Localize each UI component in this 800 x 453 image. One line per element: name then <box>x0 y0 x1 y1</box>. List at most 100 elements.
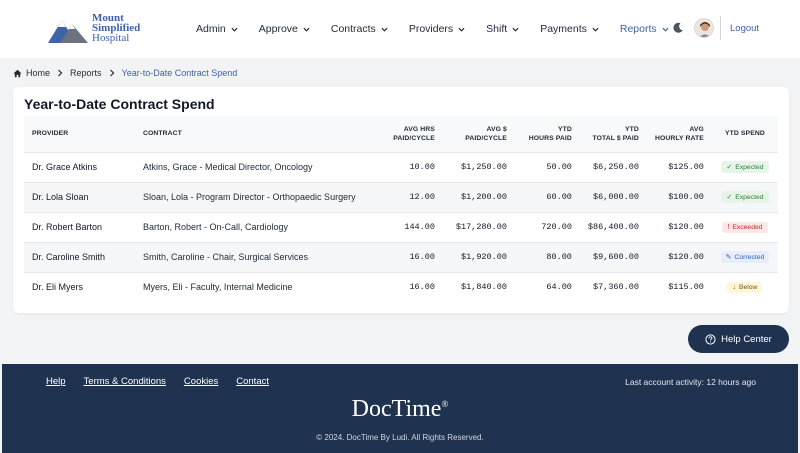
nav-shift-label: Shift <box>486 23 508 35</box>
cell-avg-hrs: 144.00 <box>404 222 435 232</box>
status-badge: ✓ Expected <box>721 161 769 173</box>
cell-ytd-total: $7,360.00 <box>593 282 639 293</box>
col-header-avg-hrs-line1: AVG HRS <box>403 125 435 133</box>
table-row[interactable]: Dr. Caroline Smith Smith, Caroline - Cha… <box>24 242 778 272</box>
copyright-text: © 2024. DocTime By Ludi. All Rights Rese… <box>316 433 484 442</box>
chevron-down-icon <box>512 27 519 32</box>
col-header-avg-rate-line2: HOURLY RATE <box>654 134 704 142</box>
cell-avg-hrs: 16.00 <box>409 282 435 293</box>
col-header-avg-rate-line1: AVG <box>689 125 704 133</box>
cell-avg-hrs: 10.00 <box>409 162 435 172</box>
footer-link-terms[interactable]: Terms & Conditions <box>84 376 166 387</box>
status-badge-label: Corrected <box>734 253 765 261</box>
check-circle-icon: ✓ <box>726 194 733 201</box>
nav-shift[interactable]: Shift <box>486 23 519 35</box>
arrow-down-icon: ↓ <box>732 284 736 292</box>
cell-ytd-total: $6,250.00 <box>593 162 639 172</box>
cell-ytd-hours: 720.00 <box>541 222 572 232</box>
col-header-ytd-total[interactable]: YTD TOTAL $ PAID <box>580 116 647 152</box>
registered-mark: ® <box>441 399 449 409</box>
col-header-avg-hrs-line2: PAID/CYCLE <box>393 134 435 142</box>
breadcrumb-home[interactable]: Home <box>26 68 50 78</box>
check-circle-icon: ✓ <box>726 164 733 171</box>
status-badge-label: Below <box>738 284 758 292</box>
breadcrumb-reports[interactable]: Reports <box>70 68 102 78</box>
cell-avg-paid: $1,840.00 <box>461 282 507 293</box>
chevron-down-icon <box>592 27 599 32</box>
cell-ytd-hours: 50.00 <box>546 162 572 172</box>
home-icon <box>13 69 22 77</box>
logout-link[interactable]: Logout <box>730 23 759 34</box>
help-center-button[interactable]: Help Center <box>688 325 789 353</box>
footer-link-contact[interactable]: Contact <box>236 376 269 387</box>
top-navigation-bar: Mount Simplified Hospital Admin Approve … <box>0 0 800 58</box>
cell-avg-rate: $100.00 <box>668 192 704 202</box>
footer-link-help[interactable]: Help <box>46 376 66 387</box>
chevron-down-icon <box>662 27 669 32</box>
nav-reports[interactable]: Reports <box>620 23 669 35</box>
cell-ytd-hours: 64.00 <box>546 282 572 293</box>
cell-avg-rate: $120.00 <box>668 222 704 232</box>
chevron-right-icon <box>109 69 114 77</box>
footer-brand: DocTime® <box>2 396 798 423</box>
nav-admin-label: Admin <box>196 23 226 35</box>
nav-admin[interactable]: Admin <box>196 23 238 35</box>
nav-providers[interactable]: Providers <box>409 23 465 35</box>
cell-provider: Dr. Grace Atkins <box>32 162 98 172</box>
footer-link-cookies[interactable]: Cookies <box>184 376 218 387</box>
cell-avg-paid: $1,200.00 <box>461 192 507 202</box>
col-header-ytd-hours-line1: YTD <box>558 125 572 133</box>
chevron-down-icon <box>458 27 465 32</box>
report-card: Year-to-Date Contract Spend PROVIDER CON… <box>13 87 789 313</box>
cell-ytd-spend: ✓ Expected <box>712 182 778 212</box>
nav-approve[interactable]: Approve <box>259 23 310 35</box>
col-header-contract[interactable]: CONTRACT <box>135 116 375 152</box>
edit-icon: ✎ <box>725 254 732 261</box>
status-badge: ✎ Corrected <box>720 251 770 263</box>
main-nav: Admin Approve Contracts Providers Shift … <box>196 0 690 58</box>
col-header-ytd-total-line2: TOTAL $ PAID <box>592 134 639 142</box>
col-header-ytd-hours[interactable]: YTD HOURS PAID <box>515 116 580 152</box>
last-activity-text: Last account activity: 12 hours ago <box>625 377 756 387</box>
cell-ytd-spend: ↓ Below <box>712 272 778 302</box>
breadcrumb: Home Reports Year-to-Date Contract Spend <box>13 68 237 78</box>
avatar[interactable] <box>694 18 714 38</box>
col-header-provider[interactable]: PROVIDER <box>24 116 135 152</box>
cell-ytd-total: $6,000.00 <box>593 192 639 202</box>
nav-reports-label: Reports <box>619 23 657 35</box>
alert-circle-icon: ! <box>727 224 730 231</box>
cell-provider: Dr. Lola Sloan <box>32 192 89 202</box>
table-header-row: PROVIDER CONTRACT AVG HRS PAID/CYCLE AVG … <box>24 116 778 152</box>
cell-avg-paid: $1,250.00 <box>461 162 507 172</box>
contract-spend-table: PROVIDER CONTRACT AVG HRS PAID/CYCLE AVG … <box>24 116 778 302</box>
chevron-down-icon <box>303 27 310 32</box>
nav-contracts[interactable]: Contracts <box>331 23 388 35</box>
header-divider <box>720 16 721 40</box>
nav-approve-label: Approve <box>258 23 298 35</box>
col-header-avg-paid[interactable]: AVG $ PAID/CYCLE <box>443 116 515 152</box>
cell-ytd-hours: 80.00 <box>546 252 572 262</box>
cell-contract: Barton, Robert - On-Call, Cardiology <box>142 222 289 232</box>
cell-provider: Dr. Robert Barton <box>32 222 103 232</box>
cell-ytd-total: $9,600.00 <box>593 252 639 262</box>
hospital-logo[interactable]: Mount Simplified Hospital <box>46 11 146 45</box>
table-row[interactable]: Dr. Eli Myers Myers, Eli - Faculty, Inte… <box>24 272 778 302</box>
nav-payments[interactable]: Payments <box>540 23 599 35</box>
cell-ytd-hours: 60.00 <box>546 192 572 202</box>
col-header-avg-rate[interactable]: AVG HOURLY RATE <box>647 116 712 152</box>
cell-ytd-spend: ✎ Corrected <box>712 242 778 272</box>
col-header-ytd-spend[interactable]: YTD SPEND <box>712 116 778 152</box>
chevron-right-icon <box>58 69 63 77</box>
chevron-down-icon <box>381 27 388 32</box>
cell-ytd-total: $86,400.00 <box>587 222 639 232</box>
page-title: Year-to-Date Contract Spend <box>24 96 215 112</box>
table-row[interactable]: Dr. Lola Sloan Sloan, Lola - Program Dir… <box>24 182 778 212</box>
nav-contracts-label: Contracts <box>330 23 376 35</box>
cell-provider: Dr. Eli Myers <box>32 282 84 293</box>
table-row[interactable]: Dr. Robert Barton Barton, Robert - On-Ca… <box>24 212 778 242</box>
cell-avg-hrs: 16.00 <box>409 252 435 262</box>
dark-mode-moon-icon[interactable] <box>672 22 684 34</box>
col-header-avg-hrs[interactable]: AVG HRS PAID/CYCLE <box>375 116 443 152</box>
breadcrumb-current: Year-to-Date Contract Spend <box>121 68 238 78</box>
table-row[interactable]: Dr. Grace Atkins Atkins, Grace - Medical… <box>24 152 778 182</box>
